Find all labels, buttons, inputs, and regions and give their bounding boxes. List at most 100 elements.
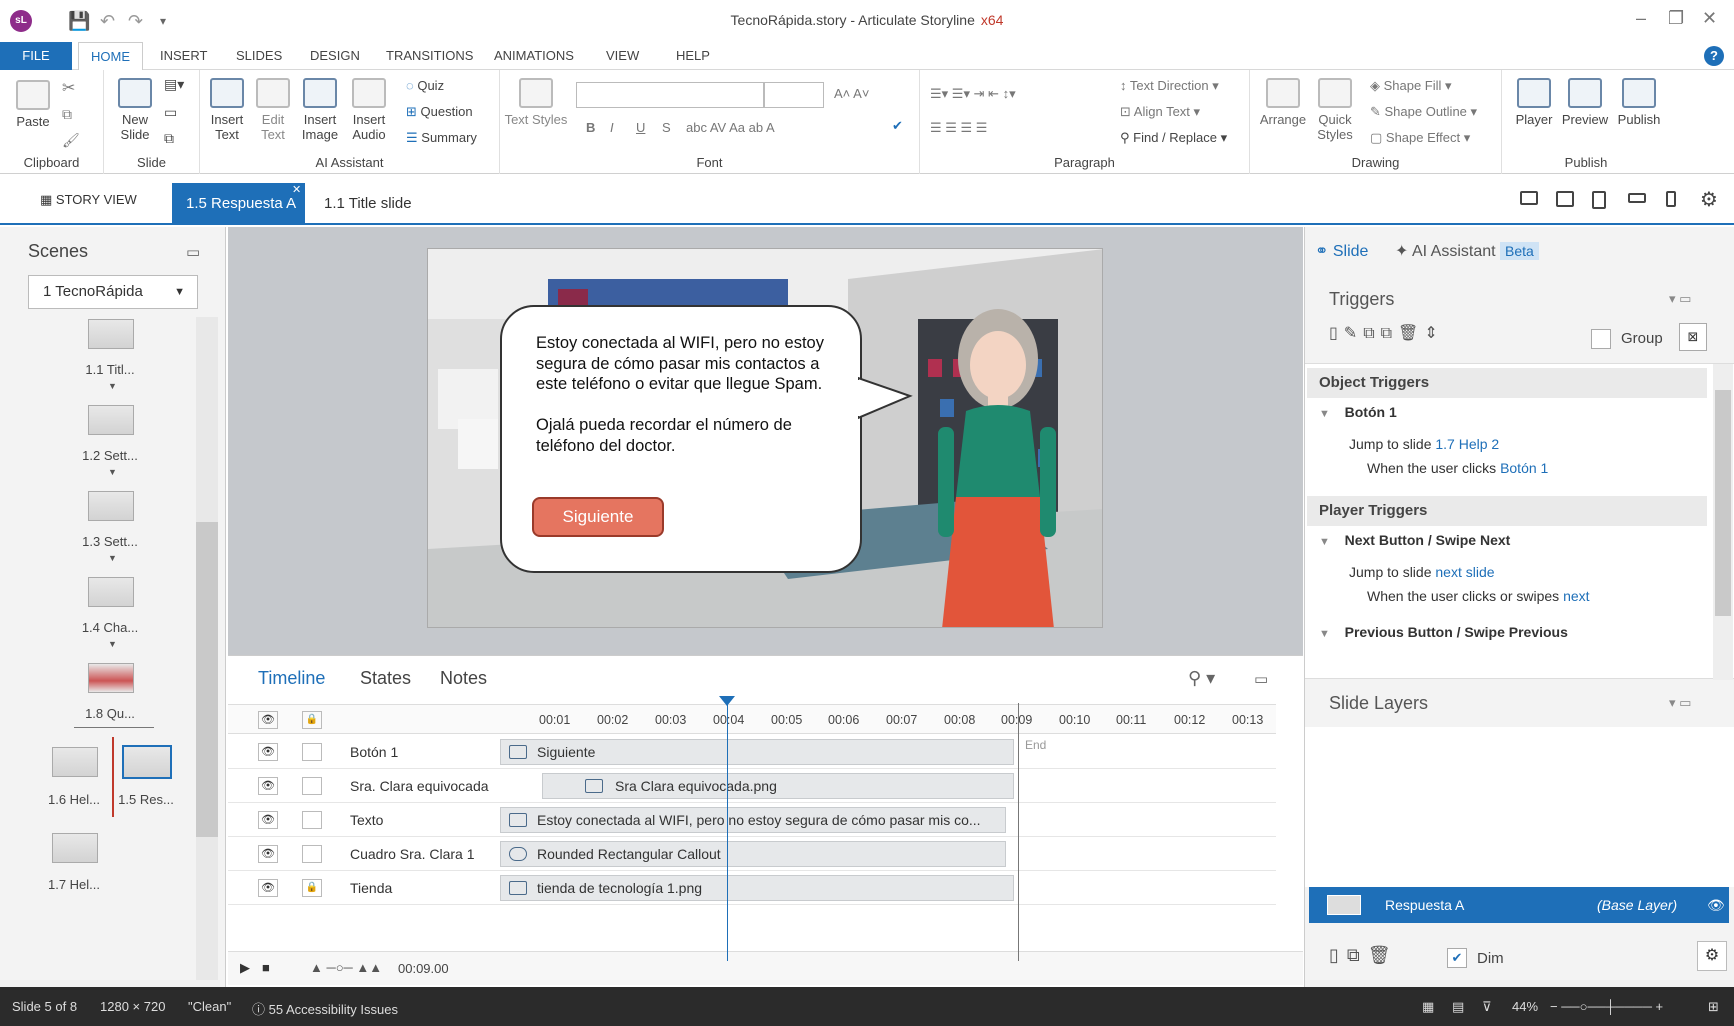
fit-to-window-icon[interactable]: ⊞: [1708, 999, 1719, 1015]
zoom-slider[interactable]: − ──○──┼──── +: [1550, 999, 1663, 1014]
timeline-bar[interactable]: Sra Clara equivocada.png: [542, 773, 1014, 799]
tablet-landscape-icon[interactable]: [1556, 191, 1574, 207]
insert-image-button[interactable]: Insert Image: [298, 78, 342, 142]
eye-icon[interactable]: 👁: [1707, 887, 1725, 923]
cut-icon[interactable]: ✂: [62, 78, 75, 98]
find-replace-button[interactable]: ⚲ Find / Replace ▾: [1120, 130, 1227, 146]
publish-button[interactable]: Publish: [1614, 78, 1664, 127]
menu-home[interactable]: HOME: [78, 42, 143, 71]
tablet-portrait-icon[interactable]: [1592, 191, 1606, 209]
text-direction-button[interactable]: ↕ Text Direction ▾: [1120, 78, 1219, 94]
eye-icon[interactable]: 👁: [258, 711, 278, 729]
timeline-bar[interactable]: Siguiente: [500, 739, 1014, 765]
player-button[interactable]: Player: [1512, 78, 1556, 127]
collapse-panel-icon[interactable]: ▭: [186, 243, 200, 261]
timeline-row[interactable]: 👁 Texto Estoy conectada al WIFI, pero no…: [228, 803, 1276, 837]
lock-toggle[interactable]: [302, 743, 322, 761]
layer-toolbar[interactable]: ▯⧉🗑: [1329, 945, 1399, 966]
restore-icon[interactable]: ❐: [1668, 8, 1684, 29]
font-size-select[interactable]: [764, 82, 824, 108]
new-slide-button[interactable]: New Slide: [110, 78, 160, 142]
lock-icon[interactable]: 🔒: [302, 711, 322, 729]
reading-view-icon[interactable]: ▤: [1452, 999, 1464, 1015]
desktop-view-icon[interactable]: [1520, 191, 1538, 205]
timeline-bar[interactable]: Estoy conectada al WIFI, pero no estoy s…: [500, 807, 1006, 833]
trigger-condition-link[interactable]: Botón 1: [1500, 460, 1548, 476]
speech-callout[interactable]: Estoy conectada al WIFI, pero no estoy s…: [500, 305, 862, 573]
lock-toggle[interactable]: [302, 777, 322, 795]
eye-icon[interactable]: 👁: [258, 879, 278, 897]
phone-landscape-icon[interactable]: [1628, 193, 1646, 203]
pin-icon[interactable]: ⚲ ▾: [1188, 668, 1215, 689]
italic-button[interactable]: I: [610, 120, 614, 135]
tab-respuesta-a[interactable]: 1.5 Respuesta A ✕: [172, 183, 305, 225]
tab-timeline[interactable]: Timeline: [258, 668, 325, 689]
quiz-button[interactable]: ◌ Quiz: [406, 78, 444, 93]
timeline-row[interactable]: 👁 Botón 1 Siguiente: [228, 735, 1276, 769]
menu-file[interactable]: FILE: [0, 42, 72, 70]
trigger-condition[interactable]: When the user clicks or swipes next: [1367, 588, 1590, 604]
playhead[interactable]: [727, 703, 728, 961]
phone-portrait-icon[interactable]: [1666, 191, 1676, 207]
list-icons[interactable]: ☰▾ ☰▾ ⇥ ⇤ ↕▾: [930, 86, 1016, 102]
close-icon[interactable]: ✕: [1702, 8, 1717, 29]
timeline-row[interactable]: 👁 Sra. Clara equivocada Sra Clara equivo…: [228, 769, 1276, 803]
trigger-action[interactable]: Jump to slide 1.7 Help 2: [1349, 436, 1499, 452]
callout-text[interactable]: Estoy conectada al WIFI, pero no estoy s…: [536, 333, 846, 456]
close-tab-icon[interactable]: ✕: [292, 169, 301, 211]
lock-toggle[interactable]: [302, 811, 322, 829]
menu-view[interactable]: VIEW: [594, 42, 651, 70]
menu-design[interactable]: DESIGN: [298, 42, 372, 70]
slide-thumb-1-8[interactable]: [88, 663, 134, 693]
timeline-bar[interactable]: tienda de tecnología 1.png: [500, 875, 1014, 901]
stop-icon[interactable]: ■: [262, 960, 270, 975]
slide-thumb-1-1[interactable]: [88, 319, 134, 349]
eye-icon[interactable]: 👁: [258, 743, 278, 761]
help-icon[interactable]: ?: [1704, 46, 1724, 66]
story-view-tab[interactable]: ▦ STORY VIEW: [40, 192, 137, 208]
group-checkbox[interactable]: [1591, 329, 1611, 349]
bold-button[interactable]: B: [586, 120, 595, 135]
triggers-scrollbar-thumb[interactable]: [1715, 390, 1731, 616]
slide-thumb-1-4[interactable]: [88, 577, 134, 607]
layer-row-base[interactable]: Respuesta A (Base Layer) 👁: [1309, 887, 1729, 923]
gear-icon[interactable]: ⚙: [1697, 941, 1727, 971]
text-styles-button[interactable]: Text Styles: [504, 78, 568, 127]
quick-styles-button[interactable]: Quick Styles: [1312, 78, 1358, 142]
spell-check-icon[interactable]: ✔: [892, 118, 903, 134]
variables-icon[interactable]: ⊠: [1679, 323, 1707, 351]
normal-view-icon[interactable]: ▦: [1422, 999, 1434, 1015]
gear-icon[interactable]: ⚙: [1700, 187, 1718, 212]
accessibility-issues[interactable]: ⓘ 55 Accessibility Issues: [252, 999, 398, 1018]
slide-thumb-1-5[interactable]: [122, 745, 172, 779]
collapse-panel-icon[interactable]: ▾ ▭: [1669, 695, 1691, 711]
alignment-icons[interactable]: ☰ ☰ ☰ ☰: [930, 120, 987, 136]
slide-show-icon[interactable]: ⊽: [1482, 999, 1492, 1015]
insert-text-button[interactable]: Insert Text: [206, 78, 248, 142]
slide-thumb-1-7[interactable]: [52, 833, 98, 863]
reset-icon[interactable]: ▭: [164, 104, 177, 121]
menu-slides[interactable]: SLIDES: [224, 42, 294, 70]
shape-outline-button[interactable]: ✎ Shape Outline ▾: [1370, 104, 1477, 120]
trigger-action-link[interactable]: next slide: [1435, 564, 1494, 580]
insert-audio-button[interactable]: Insert Audio: [346, 78, 392, 142]
shape-effect-button[interactable]: ▢ Shape Effect ▾: [1370, 130, 1470, 146]
trigger-previous-button[interactable]: ▼ Previous Button / Swipe Previous: [1319, 624, 1568, 640]
collapse-panel-icon[interactable]: ▾ ▭: [1669, 291, 1691, 307]
tab-slide[interactable]: ⚭ Slide: [1315, 241, 1368, 261]
font-family-select[interactable]: [576, 82, 764, 108]
edit-text-button[interactable]: Edit Text: [252, 78, 294, 142]
preview-button[interactable]: Preview: [1560, 78, 1610, 127]
copy-icon[interactable]: ⧉: [62, 106, 72, 123]
trigger-object-name[interactable]: ▼ Botón 1: [1319, 404, 1397, 420]
underline-button[interactable]: U: [636, 120, 645, 135]
zoom-slider[interactable]: ▲ ─○─ ▲▲: [310, 960, 382, 975]
tab-states[interactable]: States: [360, 668, 411, 689]
layout-icon[interactable]: ▤▾: [164, 76, 184, 93]
trigger-toolbar[interactable]: ▯✎⧉⧉🗑⇕: [1329, 323, 1444, 343]
strikethrough-button[interactable]: S: [662, 120, 671, 135]
minimize-icon[interactable]: –: [1636, 8, 1646, 29]
font-effects-icon[interactable]: abc AV Aa ab A: [686, 120, 775, 135]
dim-checkbox[interactable]: ✔: [1447, 948, 1467, 968]
siguiente-button[interactable]: Siguiente: [532, 497, 664, 537]
